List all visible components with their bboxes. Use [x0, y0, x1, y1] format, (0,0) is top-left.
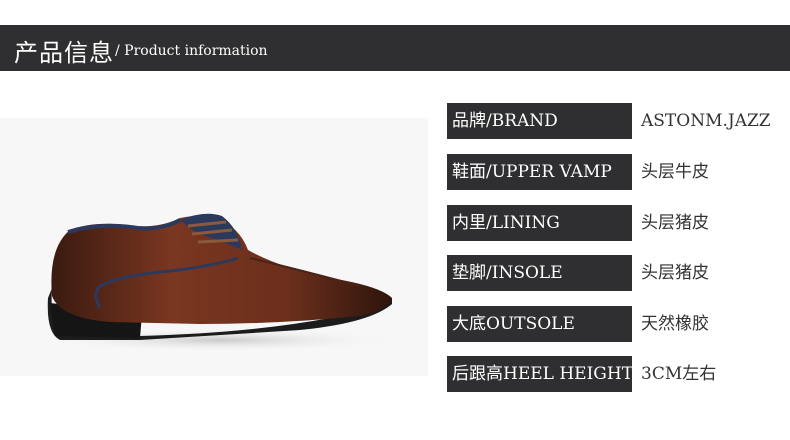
spec-row-outsole: 大底OUTSOLE 天然橡胶: [447, 306, 787, 342]
spec-row-lining: 内里/LINING 头层猪皮: [447, 205, 787, 241]
spec-value: 头层牛皮: [641, 162, 709, 182]
spec-label: 后跟高HEEL HEIGHT: [447, 356, 633, 392]
shoe-image: [40, 213, 400, 352]
spec-value: ASTONM.JAZZ: [641, 111, 771, 131]
spec-label: 内里/LINING: [447, 205, 632, 241]
section-header: 产品信息 / Product information: [0, 25, 790, 71]
spec-value: 天然橡胶: [641, 314, 709, 334]
spec-row-brand: 品牌/BRAND ASTONM.JAZZ: [447, 103, 787, 139]
spec-row-insole: 垫脚/INSOLE 头层猪皮: [447, 255, 787, 291]
spec-row-heel-height: 后跟高HEEL HEIGHT 3CM左右: [447, 356, 787, 392]
spec-value: 头层猪皮: [641, 263, 709, 283]
spec-label: 鞋面/UPPER VAMP: [447, 154, 632, 190]
section-title-en: / Product information: [115, 43, 268, 59]
section-title-cn: 产品信息: [14, 39, 114, 67]
spec-value: 3CM左右: [641, 364, 717, 384]
product-image: [0, 118, 428, 376]
spec-label: 大底OUTSOLE: [447, 306, 632, 342]
spec-row-upper-vamp: 鞋面/UPPER VAMP 头层牛皮: [447, 154, 787, 190]
spec-value: 头层猪皮: [641, 213, 709, 233]
spec-label: 品牌/BRAND: [447, 103, 632, 139]
spec-label: 垫脚/INSOLE: [447, 255, 632, 291]
